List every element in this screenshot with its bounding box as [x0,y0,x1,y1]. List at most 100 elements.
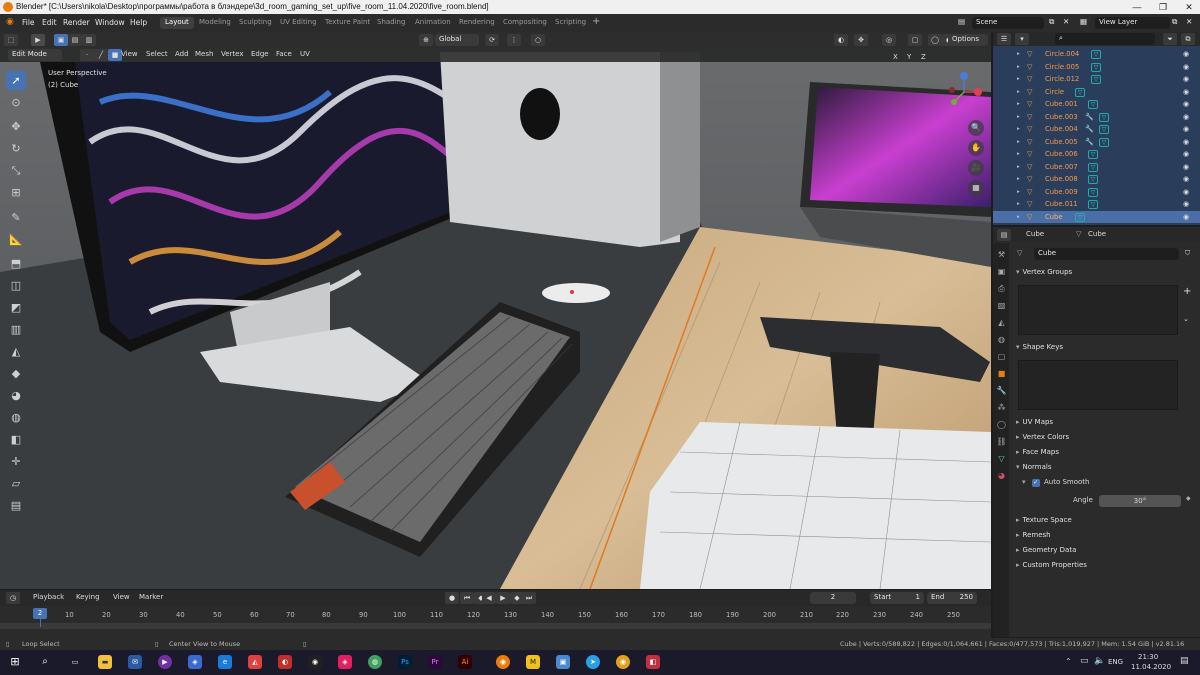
mesh-data-icon[interactable]: ▽ [1088,200,1098,209]
playhead[interactable]: 2 [33,608,47,619]
ortho-toggle-icon[interactable]: ▦ [968,180,984,196]
visibility-eye-icon[interactable]: ◉ [1183,48,1189,61]
menu-timeline-view[interactable]: View [110,592,133,603]
properties-type-icon[interactable]: ▤ [997,229,1011,241]
timeline-scrollbar[interactable] [0,623,991,629]
camera-view-icon[interactable]: 🎥 [968,160,984,176]
add-vertex-group-icon[interactable]: + [1183,286,1195,298]
expand-arrow-icon[interactable]: ▸ [1017,198,1020,211]
visibility-eye-icon[interactable]: ◉ [1183,211,1189,224]
vertex-groups-list[interactable] [1018,285,1178,335]
menu-view[interactable]: View [118,49,141,60]
menu-window[interactable]: Window [95,18,125,27]
modifier-wrench-icon[interactable]: 🔧 [1085,123,1094,136]
minimize-button[interactable]: — [1124,0,1150,14]
visibility-eye-icon[interactable]: ◉ [1183,186,1189,199]
list-item[interactable]: ▸ ▽ Circle ▽ ◉ [993,86,1200,99]
display-mode-icon[interactable]: ▾ [1015,33,1029,45]
move-tool-icon[interactable]: ✥ [6,117,26,136]
bevel-tool-icon[interactable]: ◩ [6,298,26,317]
pan-icon[interactable]: ✋ [968,140,984,156]
play-reverse-icon[interactable]: ◀ [482,592,496,604]
menu-render[interactable]: Render [63,18,90,27]
smooth-tool-icon[interactable]: ◍ [6,408,26,427]
timeline-type-icon[interactable]: ◷ [6,592,20,604]
vertex-select-icon[interactable]: · [80,49,94,61]
context-mesh[interactable]: Cube [1085,229,1109,240]
measure-tool-icon[interactable]: 📐 [6,230,26,249]
collection-tab-icon[interactable]: ▢ [996,351,1007,362]
tab-rendering[interactable]: Rendering [454,17,500,29]
expand-arrow-icon[interactable]: ▸ [1017,211,1020,224]
new-collection-icon[interactable]: ⧉ [1181,33,1195,45]
view-layer-tab-icon[interactable]: ▧ [996,300,1007,311]
notification-icon[interactable]: ▤ [1180,656,1189,666]
context-object[interactable]: Cube [1023,229,1047,240]
mesh-data-icon[interactable]: ▽ [1091,75,1101,84]
extrude-tool-icon[interactable]: ⬒ [6,254,26,273]
expand-arrow-icon[interactable]: ▸ [1017,148,1020,161]
menu-help[interactable]: Help [130,18,147,27]
fake-user-icon[interactable]: ⛉ [1182,248,1193,259]
view-layer-remove-icon[interactable]: ✕ [1186,17,1192,26]
rip-tool-icon[interactable]: ▤ [6,496,26,515]
zoom-icon[interactable]: 🔍 [968,120,984,136]
visibility-icon[interactable]: ◐ [834,34,848,46]
knife-tool-icon[interactable]: ◭ [6,342,26,361]
mesh-data-icon[interactable]: ▽ [1099,125,1109,134]
visibility-eye-icon[interactable]: ◉ [1183,161,1189,174]
world-tab-icon[interactable]: ◍ [996,334,1007,345]
mesh-data-icon[interactable]: ▽ [1088,100,1098,109]
current-frame-field[interactable]: 2 [810,592,856,604]
mesh-name-field[interactable]: Cube [1034,248,1179,260]
pivot-icon[interactable]: ⟳ [485,34,499,46]
scene-selector[interactable]: Scene [972,17,1044,29]
expand-arrow-icon[interactable]: ▸ [1017,186,1020,199]
rotate-tool-icon[interactable]: ↻ [6,139,26,158]
cursor-tool-icon[interactable]: ⊙ [6,93,26,112]
transform-tool-icon[interactable]: ⊞ [6,183,26,202]
list-item[interactable]: ▸ ▽ Cube.008 ▽ ◉ [993,173,1200,186]
tab-sculpting[interactable]: Sculpting [234,17,277,29]
start-windows-icon[interactable]: ⊞ [8,655,22,669]
menu-marker[interactable]: Marker [136,592,166,603]
list-item[interactable]: ▸ ▽ Circle.012 ▽ ◉ [993,73,1200,86]
menu-vertex[interactable]: Vertex [218,49,247,60]
mesh-data-icon[interactable]: ▽ [1088,175,1098,184]
app-pink-icon[interactable]: ◈ [338,655,352,669]
menu-uv[interactable]: UV [297,49,313,60]
visibility-eye-icon[interactable]: ◉ [1183,148,1189,161]
scene-remove-icon[interactable]: ✕ [1063,17,1069,26]
file-explorer-icon[interactable]: ▬ [98,655,112,669]
visibility-eye-icon[interactable]: ◉ [1183,61,1189,74]
menu-add[interactable]: Add [172,49,192,60]
list-item[interactable]: ▸ ▽ Cube.006 ▽ ◉ [993,148,1200,161]
menu-file[interactable]: File [22,18,35,27]
visibility-eye-icon[interactable]: ◉ [1183,98,1189,111]
shear-tool-icon[interactable]: ▱ [6,474,26,493]
edge-slide-tool-icon[interactable]: ◧ [6,430,26,449]
select-subtract-icon[interactable]: ▥ [82,34,96,46]
mesh-data-icon[interactable]: ▽ [1088,162,1098,172]
section-custom-properties[interactable]: ▸ Custom Properties [1016,561,1196,575]
tab-texture-paint[interactable]: Texture Paint [320,17,375,29]
blender-taskbar-icon[interactable]: ◉ [496,655,510,669]
close-button[interactable]: ✕ [1176,0,1200,14]
app-dark-icon[interactable]: ◉ [308,655,322,669]
constraints-tab-icon[interactable]: ⛓ [996,436,1007,447]
vertex-group-menu-icon[interactable]: ⌄ [1183,315,1195,327]
mode-selector[interactable]: Edit Mode [8,49,62,61]
menu-face[interactable]: Face [273,49,295,60]
play-icon[interactable]: ▶ [496,592,510,604]
language-indicator[interactable]: ENG [1108,658,1123,666]
angle-field[interactable]: 30° [1099,495,1181,507]
render-tab-icon[interactable]: ▣ [996,266,1007,277]
visibility-eye-icon[interactable]: ◉ [1183,111,1189,124]
object-tab-icon[interactable]: ■ [996,368,1007,379]
section-shape-keys[interactable]: ▾ Shape Keys [1016,343,1196,357]
select-tool-icon[interactable]: ➚ [6,71,26,90]
telegram-icon[interactable]: ➤ [586,655,600,669]
expand-arrow-icon[interactable]: ▸ [1017,136,1020,149]
section-remesh[interactable]: ▸ Remesh [1016,531,1196,545]
mesh-data-icon[interactable]: ▽ [1075,212,1085,222]
